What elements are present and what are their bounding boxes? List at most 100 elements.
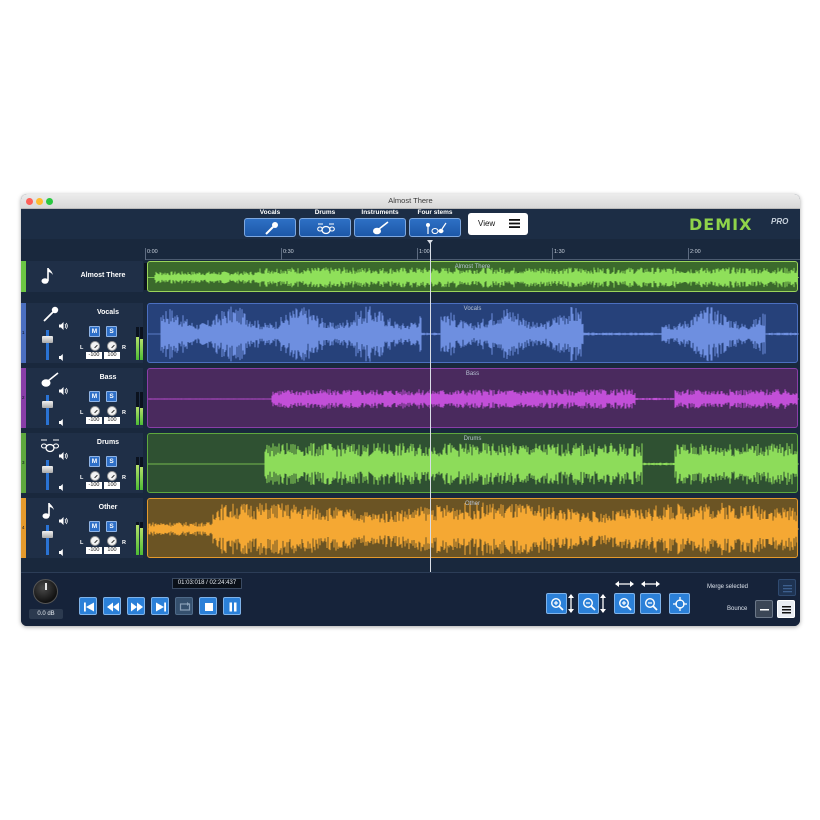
hamburger-menu-icon	[509, 219, 520, 228]
track-name: Vocals	[96, 309, 120, 316]
zoom-in-vertical-button[interactable]	[546, 593, 567, 614]
master-waveform-lane[interactable]: Almost There	[147, 261, 799, 292]
transport-bar: 0.0 dB 01:03:018 / 02:24:437 Merge selec…	[21, 572, 800, 626]
pan-right-knob[interactable]	[107, 341, 117, 351]
music-note-icon	[41, 268, 53, 284]
pan-left-value[interactable]: -100	[86, 417, 102, 424]
pan-right-label: R	[122, 475, 126, 481]
track-name: Drums	[96, 439, 120, 446]
volume-fader-handle[interactable]	[42, 531, 53, 538]
bounce-stems-button[interactable]	[777, 600, 795, 618]
pan-right-value[interactable]: 100	[104, 352, 120, 359]
level-meter-left	[136, 392, 139, 425]
pan-right-value[interactable]: 100	[104, 417, 120, 424]
pan-left-label: L	[80, 475, 84, 481]
playhead[interactable]	[430, 243, 431, 572]
instruments-stem-button[interactable]: Instruments	[354, 209, 406, 239]
pan-left-value[interactable]: -100	[86, 547, 102, 554]
pan-right-knob[interactable]	[107, 471, 117, 481]
logo-main-text: DEMIX	[689, 215, 753, 234]
waveform-lane[interactable]: Drums	[147, 433, 799, 493]
master-volume-knob[interactable]	[33, 579, 58, 604]
solo-button[interactable]: S	[106, 326, 117, 337]
drums-stem-label: Drums	[314, 209, 336, 216]
zoom-to-fit-button[interactable]	[669, 593, 690, 614]
speaker-loud-icon	[59, 322, 68, 330]
pan-right-value[interactable]: 100	[104, 482, 120, 489]
loop-button[interactable]	[175, 597, 193, 615]
master-track: Almost There Almost There	[21, 261, 800, 292]
horizontal-arrow-icon	[615, 581, 634, 587]
ruler-tick	[281, 248, 282, 260]
zoom-out-vertical-button[interactable]	[578, 593, 599, 614]
pan-left-knob[interactable]	[90, 341, 100, 351]
level-meter-left	[136, 522, 139, 555]
stop-button[interactable]	[199, 597, 217, 615]
pause-button[interactable]	[223, 597, 241, 615]
pan-left-knob[interactable]	[90, 471, 100, 481]
waveform-lane[interactable]: Bass	[147, 368, 799, 428]
logo-suffix-text: PRO	[771, 217, 789, 226]
fast-forward-icon	[131, 602, 143, 612]
bounce-single-button[interactable]	[755, 600, 773, 618]
title-bar: Almost There	[21, 194, 800, 209]
pan-left-knob[interactable]	[90, 536, 100, 546]
track-waveform	[148, 502, 799, 556]
four-stems-button[interactable]: Four stems	[409, 209, 461, 239]
volume-fader-handle[interactable]	[42, 401, 53, 408]
pan-left-label: L	[80, 540, 84, 546]
master-volume-readout: 0.0 dB	[29, 609, 63, 619]
zoom-in-horizontal-button[interactable]	[614, 593, 635, 614]
mute-button[interactable]: M	[89, 456, 100, 467]
ruler-label: 1:00	[419, 249, 430, 255]
view-menu-button[interactable]: View	[468, 213, 528, 235]
skip-to-end-button[interactable]	[151, 597, 169, 615]
solo-button[interactable]: S	[106, 456, 117, 467]
pan-left-knob[interactable]	[90, 406, 100, 416]
volume-fader-handle[interactable]	[42, 336, 53, 343]
list-icon	[782, 606, 791, 614]
fast-forward-button[interactable]	[127, 597, 145, 615]
volume-fader-track[interactable]	[46, 525, 49, 555]
merge-selected-button[interactable]	[778, 579, 796, 596]
mute-button[interactable]: M	[89, 521, 100, 532]
skip-to-end-icon	[156, 602, 166, 612]
pan-right-knob[interactable]	[107, 536, 117, 546]
ruler-tick	[145, 248, 146, 260]
ruler-label: 1:30	[554, 249, 565, 255]
pan-left-value[interactable]: -100	[86, 352, 102, 359]
volume-fader-handle[interactable]	[42, 466, 53, 473]
volume-fader-track[interactable]	[46, 460, 49, 490]
solo-button[interactable]: S	[106, 521, 117, 532]
waveform-lane[interactable]: Vocals	[147, 303, 799, 363]
pan-right-knob[interactable]	[107, 406, 117, 416]
vertical-arrow-icon	[568, 594, 574, 613]
mute-button[interactable]: M	[89, 326, 100, 337]
pan-left-value[interactable]: -100	[86, 482, 102, 489]
waveform-lane[interactable]: Other	[147, 498, 799, 558]
timeline-ruler[interactable]: 0:00 0:30 1:00 1:30 2:00	[145, 246, 800, 260]
lane-label: Vocals	[463, 306, 482, 312]
drums-stem-button[interactable]: Drums	[299, 209, 351, 239]
volume-fader-track[interactable]	[46, 330, 49, 360]
guitar-icon	[373, 221, 389, 235]
skip-to-start-icon	[84, 602, 94, 612]
stop-icon	[205, 603, 213, 611]
level-meter-left	[136, 457, 139, 490]
track-drums: 3 Drums M S L R -100 100 Drums	[21, 433, 800, 493]
level-meter-right	[140, 392, 143, 425]
speaker-soft-icon	[59, 419, 63, 426]
pan-right-label: R	[122, 345, 126, 351]
ruler-tick	[417, 248, 418, 260]
horizontal-arrow-icon	[641, 581, 660, 587]
pan-right-value[interactable]: 100	[104, 547, 120, 554]
solo-button[interactable]: S	[106, 391, 117, 402]
volume-fader-track[interactable]	[46, 395, 49, 425]
skip-to-start-button[interactable]	[79, 597, 97, 615]
rewind-button[interactable]	[103, 597, 121, 615]
track-header: Vocals M S L R -100 100	[26, 303, 143, 363]
vocals-stem-button[interactable]: Vocals	[244, 209, 296, 239]
mute-button[interactable]: M	[89, 391, 100, 402]
zoom-out-horizontal-button[interactable]	[640, 593, 661, 614]
drum-kit-icon	[317, 223, 335, 235]
